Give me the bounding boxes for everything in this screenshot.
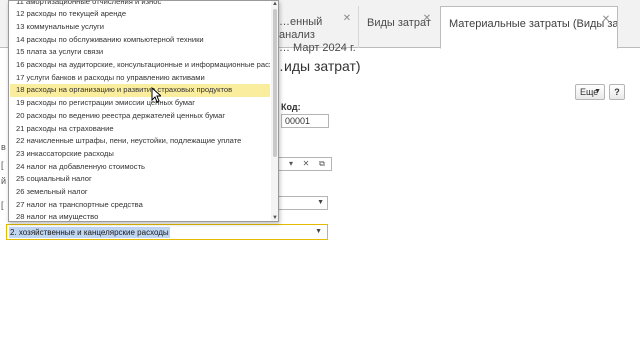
tab-cost-types[interactable]: Виды затрат ✕ [358,6,438,48]
scroll-down-icon[interactable]: ▼ [272,215,278,221]
scrollbar[interactable]: ▲ ▼ [271,1,278,221]
scroll-up-icon[interactable]: ▲ [272,1,278,7]
select-field[interactable]: ▼ [278,196,328,210]
code-label: Код: [281,102,301,112]
dropdown-item[interactable]: 21 расходы на страхование [10,123,270,136]
dropdown-item[interactable]: 13 коммунальные услуги [10,21,270,34]
tab-material-costs[interactable]: Материальные затраты (Виды затрат) ✕ [440,6,618,49]
dropdown-item[interactable]: 11 амортизационные отчисления и износ [10,1,270,8]
chevron-down-icon[interactable]: ▾ [286,159,296,169]
open-icon[interactable]: ⧉ [317,159,327,169]
chevron-down-icon: ▼ [594,88,601,95]
dropdown-item[interactable]: 23 инкассаторские расходы [10,148,270,161]
mouse-cursor-icon [151,87,161,103]
dropdown-item[interactable]: 20 расходы по ведению реестра держателей… [10,110,270,123]
field-label-edge: в [1,142,6,152]
field-label-edge: й [1,176,7,186]
form-title: …иды затрат) [270,58,361,74]
close-icon[interactable]: ✕ [342,14,352,24]
clear-icon[interactable]: ✕ [301,159,311,169]
chevron-down-icon[interactable]: ▼ [317,198,324,208]
close-icon[interactable]: ✕ [601,15,611,25]
dropdown-item[interactable]: 22 начисленные штрафы, пени, неустойки, … [10,135,270,148]
close-icon[interactable]: ✕ [422,14,432,24]
more-button[interactable]: Еще ▼ [575,84,605,100]
dropdown-item[interactable]: 14 расходы по обслуживанию компьютерной … [10,34,270,47]
code-field[interactable]: 00001 [281,114,329,128]
scroll-thumb[interactable] [273,9,277,157]
dropdown-item[interactable]: 24 налог на добавленную стоимость [10,161,270,174]
tab-material-costs-label: Материальные затраты (Виды затрат) [449,18,617,30]
field-label-edge: [ [1,200,4,210]
chevron-down-icon[interactable]: ▼ [315,228,322,235]
dropdown-item[interactable]: 28 налог на имущество [10,211,270,221]
dropdown-item[interactable]: 12 расходы по текущей аренде [10,8,270,21]
dropdown-item[interactable]: 17 услуги банков и расходы по управлению… [10,72,270,85]
dropdown-item[interactable]: 15 плата за услуги связи [10,46,270,59]
dropdown-item[interactable]: 27 налог на транспортные средства [10,199,270,212]
tab-analysis[interactable]: …енный анализ … Март 2024 г. ✕ [270,6,358,54]
dropdown-item[interactable]: 19 расходы по регистрации эмиссии ценных… [10,97,270,110]
dropdown-item[interactable]: 16 расходы на аудиторские, консультацион… [10,59,270,72]
dropdown-item[interactable]: 18 расходы на организацию и развитие стр… [10,84,270,98]
combobox-value: 2. хозяйственные и канцелярские расходы [9,227,170,238]
cost-item-combobox[interactable]: 2. хозяйственные и канцелярские расходы … [6,224,328,240]
field-label-edge: [ [1,160,4,170]
dropdown-item[interactable]: 25 социальный налог [10,173,270,186]
dropdown-item[interactable]: 26 земельный налог [10,186,270,199]
dropdown-list[interactable]: 11 амортизационные отчисления и износ 12 … [8,0,279,222]
reference-field[interactable]: ▾ ✕ ⧉ [278,157,332,171]
help-button[interactable]: ? [609,84,625,100]
tab-cost-types-label: Виды затрат [367,17,431,29]
